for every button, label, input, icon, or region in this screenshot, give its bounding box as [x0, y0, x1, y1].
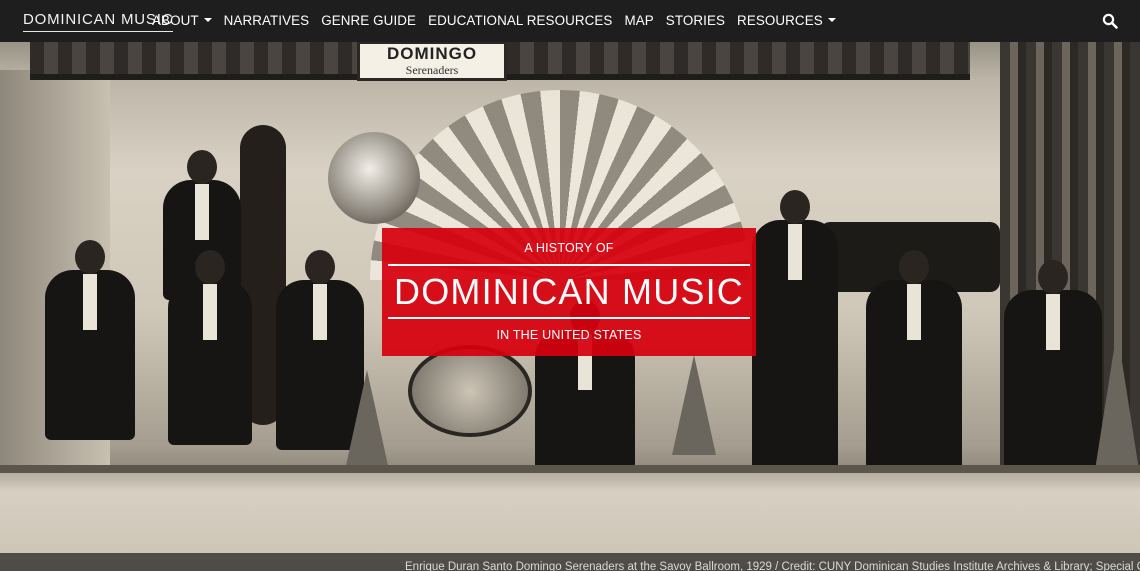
hero-title-box: A HISTORY OF DOMINICAN MUSIC IN THE UNIT…: [382, 228, 756, 356]
photo-caption: Enrique Duran Santo Domingo Serenaders a…: [405, 561, 1140, 571]
title-divider-bottom: [388, 317, 750, 319]
nav-item-label: EDUCATIONAL RESOURCES: [428, 13, 613, 28]
hero-subtitle: IN THE UNITED STATES: [496, 328, 642, 342]
title-divider-top: [388, 264, 750, 266]
nav-menu: ABOUT NARRATIVES GENRE GUIDE EDUCATIONAL…: [152, 0, 848, 42]
nav-item-label: RESOURCES: [737, 13, 823, 28]
bass-drum: [408, 345, 532, 437]
musician: [1004, 260, 1102, 480]
nav-item-educational-resources[interactable]: EDUCATIONAL RESOURCES: [428, 0, 612, 42]
nav-item-stories[interactable]: STORIES: [666, 0, 725, 42]
musician: [752, 190, 838, 480]
band-sign-line1: DOMINGO: [386, 44, 478, 63]
nav-item-resources[interactable]: RESOURCES: [737, 0, 836, 42]
stage-edge: [0, 465, 1140, 473]
nav-item-label: MAP: [624, 13, 654, 28]
megaphone: [672, 355, 716, 455]
sousaphone: [328, 132, 420, 224]
nav-item-label: GENRE GUIDE: [321, 13, 417, 28]
caret-down-icon: [203, 18, 212, 22]
megaphone: [345, 370, 389, 470]
search-icon: [1102, 13, 1118, 29]
megaphone: [1095, 330, 1139, 470]
nav-item-narratives[interactable]: NARRATIVES: [224, 0, 310, 42]
hero-title-kicker: A HISTORY OF: [524, 241, 614, 255]
top-navbar: DOMINICAN MUSIC ABOUT NARRATIVES GENRE G…: [0, 0, 1140, 42]
musician: [45, 240, 135, 440]
hero-title: DOMINICAN MUSIC: [394, 271, 744, 312]
site-logo-link[interactable]: DOMINICAN MUSIC: [23, 10, 174, 32]
nav-item-label: STORIES: [665, 13, 726, 28]
band-sign-line2: Serenaders: [405, 63, 459, 77]
search-button[interactable]: [1102, 13, 1118, 29]
nav-item-label: NARRATIVES: [223, 13, 310, 28]
nav-item-label: ABOUT: [152, 13, 199, 28]
nav-item-map[interactable]: MAP: [624, 0, 653, 42]
musician: [866, 250, 962, 470]
musician: [168, 250, 252, 445]
nav-item-about[interactable]: ABOUT: [152, 0, 212, 42]
band-sign: DOMINGO Serenaders: [357, 41, 507, 81]
caret-down-icon: [827, 18, 836, 22]
nav-item-genre-guide[interactable]: GENRE GUIDE: [321, 0, 416, 42]
